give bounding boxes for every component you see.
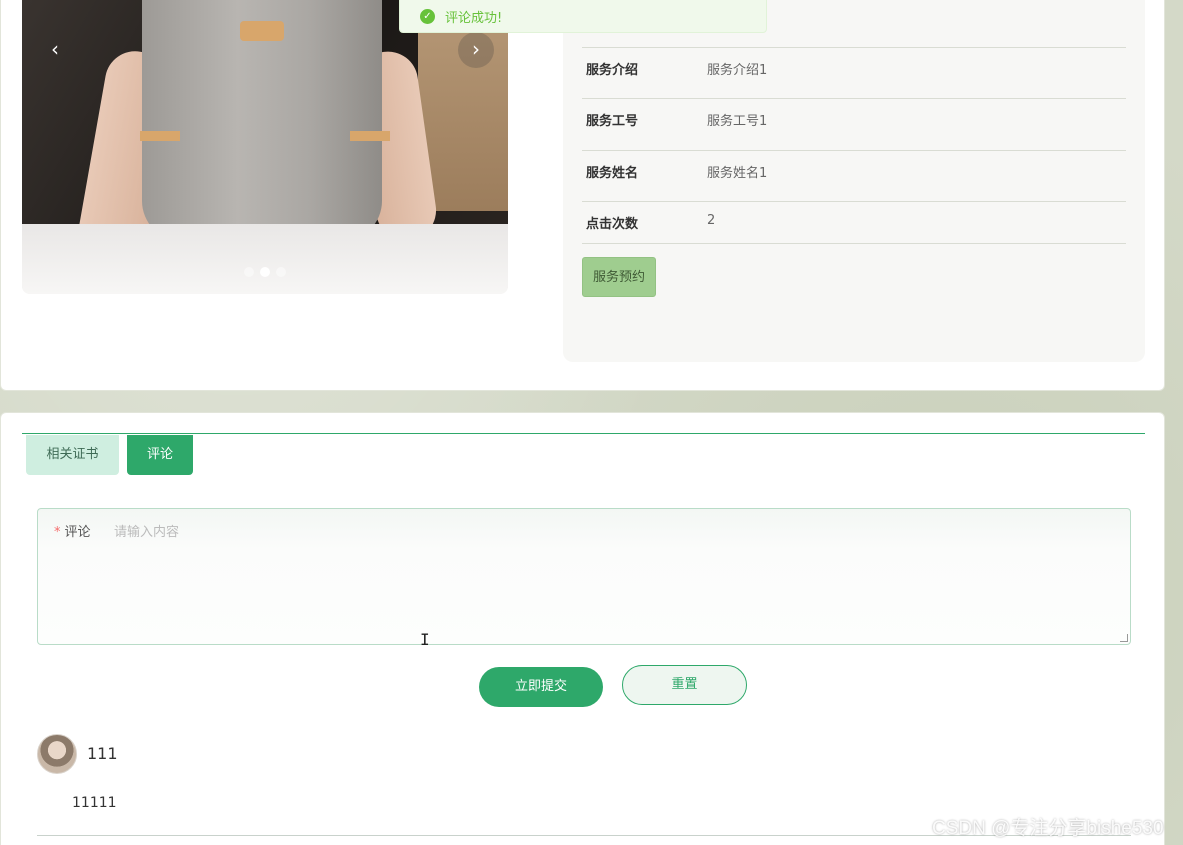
book-service-button[interactable]: 服务预约: [582, 257, 656, 297]
tabs-card: 相关证书 评论 *评论 I 立即提交 重置 111 11111: [0, 412, 1165, 845]
watermark: CSDN @专注分享bishe530: [932, 818, 1164, 839]
check-circle-icon: ✓: [420, 8, 435, 24]
reset-button[interactable]: 重置: [622, 665, 747, 705]
comment-label-text: 评论: [64, 525, 91, 540]
info-row: 服务工号 服务工号1: [582, 98, 1126, 150]
divider: [582, 243, 1126, 244]
comment-username: 111: [87, 744, 118, 763]
info-value: 服务工号1: [707, 114, 768, 129]
carousel-dot[interactable]: [260, 267, 270, 277]
comment-textarea[interactable]: [108, 515, 1118, 637]
service-detail-card: ‹ › 服务介绍 服务介绍1 服务工号 服务工号1 服务姓名 服务姓名1 点击次…: [0, 0, 1165, 391]
photo-figure-trim: [350, 131, 390, 141]
success-toast: ✓ 评论成功!: [399, 0, 767, 33]
info-value: 服务姓名1: [707, 166, 768, 181]
photo-figure-collar: [240, 21, 284, 41]
carousel-prev-icon[interactable]: ‹: [37, 32, 73, 68]
info-value: 服务介绍1: [707, 63, 768, 78]
comment-text: 11111: [72, 795, 117, 811]
toast-message: 评论成功!: [445, 10, 503, 26]
info-label: 服务姓名: [586, 166, 639, 181]
avatar: [37, 734, 77, 774]
image-carousel[interactable]: ‹ ›: [22, 0, 508, 294]
info-value: 2: [707, 213, 716, 228]
tabs-divider: [22, 433, 1145, 434]
submit-button[interactable]: 立即提交: [479, 667, 603, 707]
carousel-next-icon[interactable]: ›: [458, 32, 494, 68]
info-label: 点击次数: [586, 217, 639, 232]
tab-comments[interactable]: 评论: [127, 435, 193, 475]
info-label: 服务介绍: [586, 63, 639, 78]
info-label: 服务工号: [586, 114, 639, 129]
carousel-dot[interactable]: [276, 267, 286, 277]
info-row: 服务介绍 服务介绍1: [582, 47, 1126, 99]
carousel-dot[interactable]: [244, 267, 254, 277]
required-mark: *: [54, 525, 61, 540]
photo-bed: [22, 224, 508, 294]
info-row: 服务姓名 服务姓名1: [582, 150, 1126, 202]
photo-figure-trim: [140, 131, 180, 141]
text-cursor-icon: I: [420, 630, 430, 649]
info-row: 点击次数 2: [582, 201, 1126, 253]
service-info-panel: 服务介绍 服务介绍1 服务工号 服务工号1 服务姓名 服务姓名1 点击次数 2 …: [563, 0, 1145, 362]
comment-field-label: * 评论: [54, 521, 91, 540]
tab-certificates[interactable]: 相关证书: [26, 435, 119, 475]
comment-form: * 评论: [37, 508, 1131, 645]
resize-handle-icon[interactable]: [1120, 634, 1128, 642]
carousel-indicators: [244, 267, 286, 277]
